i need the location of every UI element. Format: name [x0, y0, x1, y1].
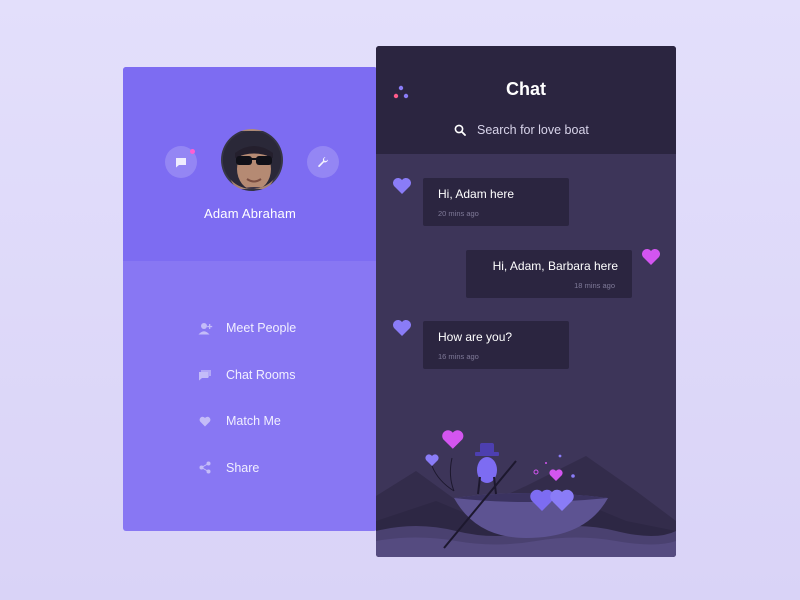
search-icon [454, 124, 466, 136]
message-time: 18 mins ago [574, 281, 615, 290]
message-bubble: Hi, Adam here 20 mins ago [423, 178, 569, 226]
menu-label: Match Me [226, 414, 281, 429]
profile-header: Adam Abraham [123, 67, 377, 261]
search-bar[interactable] [454, 123, 637, 137]
chat-rooms-icon [197, 367, 213, 383]
avatar-image [223, 131, 281, 189]
heart-icon [642, 249, 660, 265]
menu-item-meet-people[interactable]: Meet People [197, 305, 296, 352]
avatar[interactable] [221, 129, 283, 191]
notification-dot [190, 149, 195, 154]
add-user-icon [197, 320, 213, 336]
profile-name: Adam Abraham [203, 206, 296, 221]
menu-label: Chat Rooms [226, 367, 296, 382]
message-bubble: How are you? 16 mins ago [423, 321, 569, 369]
menu-label: Share [226, 460, 260, 475]
message-text: How are you? [438, 330, 513, 344]
chat-bubble-icon [176, 157, 186, 167]
message-bubble: Hi, Adam, Barbara here 18 mins ago [466, 250, 632, 298]
messages-button[interactable] [165, 146, 197, 178]
heart-icon [393, 320, 411, 336]
chat-header: Chat [376, 46, 676, 154]
chat-panel: Chat Hi, Adam here 20 mins ago Hi, Adam,… [376, 46, 676, 557]
heart-icon [393, 178, 411, 194]
share-icon [197, 460, 213, 476]
message-time: 16 mins ago [438, 352, 479, 361]
menu-label: Meet People [226, 321, 297, 336]
message-time: 20 mins ago [438, 209, 479, 218]
message-text: Hi, Adam here [438, 187, 515, 201]
profile-panel: Adam Abraham Meet People Chat Rooms Matc… [123, 67, 377, 531]
menu-item-match-me[interactable]: Match Me [197, 398, 296, 445]
message-text: Hi, Adam, Barbara here [492, 259, 618, 273]
love-boat-illustration [376, 430, 676, 557]
profile-menu: Meet People Chat Rooms Match Me Share [197, 305, 296, 491]
wrench-icon [318, 157, 328, 168]
settings-button[interactable] [307, 146, 339, 178]
menu-item-chat-rooms[interactable]: Chat Rooms [197, 352, 296, 399]
search-input[interactable] [477, 123, 637, 137]
menu-item-share[interactable]: Share [197, 445, 296, 492]
heart-icon [197, 413, 213, 429]
chat-title: Chat [506, 79, 546, 99]
